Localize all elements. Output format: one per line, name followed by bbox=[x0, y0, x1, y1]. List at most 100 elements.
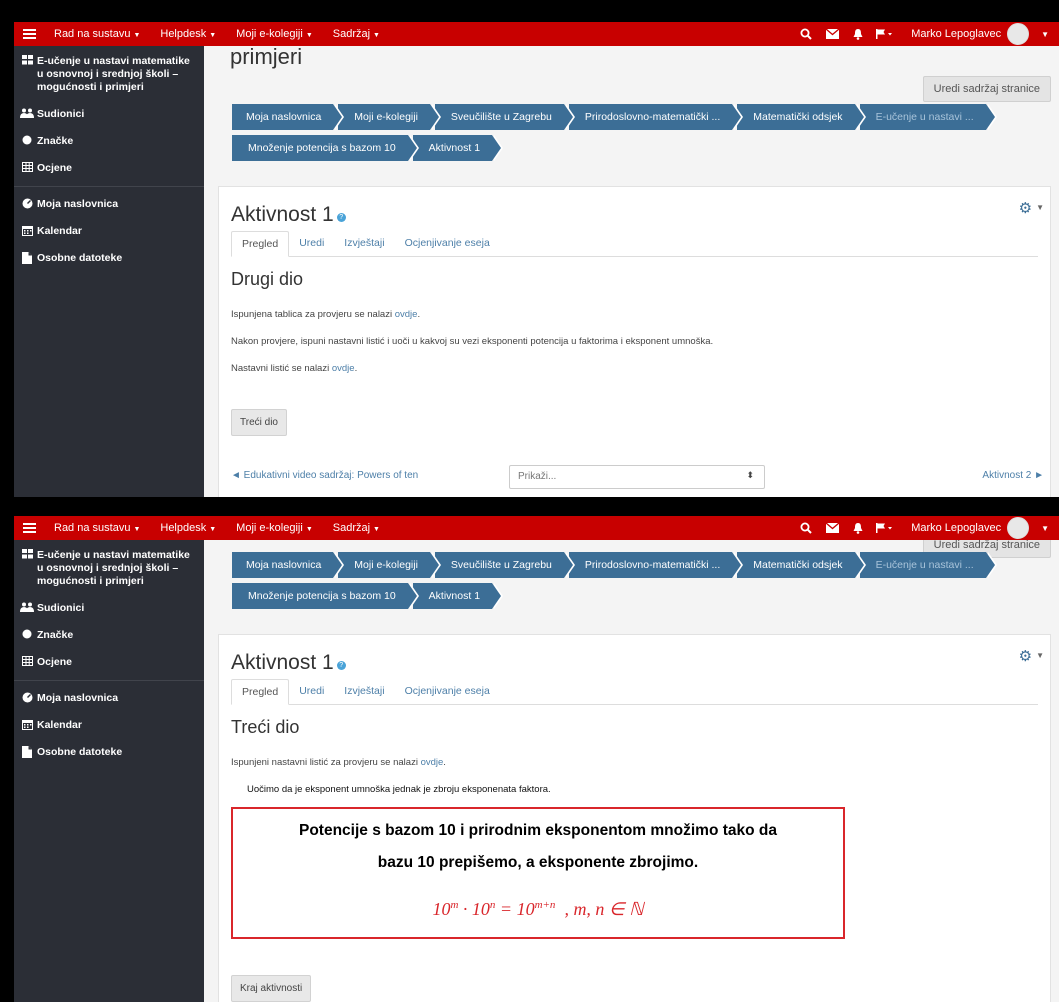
activity-panel: Aktivnost 1? ⚙ ▼ Pregled Uredi Izvještaji… bbox=[218, 186, 1051, 497]
breadcrumb-item-current[interactable]: Aktivnost 1 bbox=[412, 135, 504, 161]
sidebar-item-label: Sudionici bbox=[37, 108, 85, 120]
sidebar-item-participants[interactable]: Sudionici bbox=[14, 101, 204, 128]
nav-menu-rad-na-sustavu[interactable]: Rad na sustavu ▼ bbox=[44, 522, 150, 534]
next-activity-link[interactable]: Aktivnost 2 ► bbox=[982, 470, 1044, 481]
sidebar-item-label: Moja naslovnica bbox=[37, 198, 119, 210]
breadcrumb: Moja naslovnica Moji e-kolegiji Sveučili… bbox=[232, 552, 1052, 609]
end-activity-button[interactable]: Kraj aktivnosti bbox=[231, 975, 312, 1002]
sidebar-item-label: E-učenje u nastavi matematike u osnovnoj… bbox=[37, 55, 190, 93]
users-icon bbox=[20, 108, 34, 118]
gear-icon[interactable]: ⚙ ▼ bbox=[1019, 647, 1044, 665]
tab-ocjenjivanje-eseja[interactable]: Ocjenjivanje eseja bbox=[395, 231, 500, 256]
breadcrumb-item[interactable]: E-učenje u nastavi ... bbox=[859, 552, 997, 578]
tab-pregled[interactable]: Pregled bbox=[231, 231, 290, 257]
nav-menu-moji-e-kolegiji[interactable]: Moji e-kolegiji ▼ bbox=[226, 522, 323, 534]
paragraph: Nastavni listić se nalazi ovdje. bbox=[231, 363, 358, 374]
search-icon[interactable] bbox=[793, 22, 819, 46]
sidebar-item-badges[interactable]: Značke bbox=[14, 128, 204, 155]
grid-icon bbox=[20, 55, 34, 65]
activity-panel: Aktivnost 1? ⚙ ▼ Pregled Uredi Izvještaji… bbox=[218, 634, 1051, 1002]
sidebar-item-home[interactable]: Moja naslovnica bbox=[14, 685, 204, 712]
nav-menu-helpdesk[interactable]: Helpdesk ▼ bbox=[150, 522, 226, 534]
sidebar-item-grades[interactable]: Ocjene bbox=[14, 649, 204, 676]
sidebar-item-files[interactable]: Osobne datoteke bbox=[14, 245, 204, 272]
sidebar-item-label: Značke bbox=[37, 629, 74, 641]
link-ovdje[interactable]: ovdje bbox=[421, 757, 444, 768]
breadcrumb-item[interactable]: Moja naslovnica bbox=[232, 552, 345, 578]
sidebar-item-label: Osobne datoteke bbox=[37, 252, 123, 264]
tab-izvjestaji[interactable]: Izvještaji bbox=[334, 231, 394, 256]
rule-line: bazu 10 prepišemo, a eksponente zbrojimo… bbox=[377, 854, 699, 871]
breadcrumb-item[interactable]: Množenje potencija s bazom 10 bbox=[232, 583, 419, 609]
page-title: primjeri bbox=[230, 44, 303, 69]
sidebar-item-course[interactable]: E-učenje u nastavi matematike u osnovnoj… bbox=[14, 46, 204, 101]
previous-activity-link[interactable]: ◄ Edukativni video sadržaj: Powers of te… bbox=[231, 470, 418, 481]
tab-pregled[interactable]: Pregled bbox=[231, 679, 290, 705]
help-icon[interactable]: ? bbox=[336, 661, 346, 670]
user-name[interactable]: Marko Lepoglavec bbox=[897, 522, 1007, 534]
nav-menu-rad-na-sustavu[interactable]: Rad na sustavu ▼ bbox=[44, 28, 150, 40]
rule-formula: 10m · 10n = 10m+n , m, n ∈ ℕ bbox=[432, 899, 644, 919]
sidebar-item-calendar[interactable]: Kalendar bbox=[14, 712, 204, 739]
calendar-icon bbox=[20, 225, 34, 236]
nav-menu-sadrzaj[interactable]: Sadržaj ▼ bbox=[323, 28, 390, 40]
search-icon[interactable] bbox=[793, 516, 819, 540]
link-ovdje[interactable]: ovdje bbox=[332, 363, 355, 374]
user-menu-caret-icon[interactable]: ▼ bbox=[1037, 524, 1059, 533]
breadcrumb-item[interactable]: Prirodoslovno-matematički ... bbox=[568, 104, 744, 130]
tab-ocjenjivanje-eseja[interactable]: Ocjenjivanje eseja bbox=[395, 679, 500, 704]
edit-page-button[interactable]: Uredi sadržaj stranice bbox=[922, 76, 1051, 102]
sidebar-item-grades[interactable]: Ocjene bbox=[14, 155, 204, 182]
breadcrumb-item-current[interactable]: Aktivnost 1 bbox=[412, 583, 504, 609]
jump-to-select[interactable]: Prikaži... ⬍ bbox=[509, 465, 765, 489]
breadcrumb-item[interactable]: Moji e-kolegiji bbox=[338, 104, 441, 130]
avatar[interactable] bbox=[1007, 517, 1030, 539]
bell-icon[interactable] bbox=[845, 516, 871, 540]
hamburger-menu-icon[interactable] bbox=[14, 516, 44, 540]
badge-icon bbox=[20, 629, 34, 639]
flag-icon[interactable] bbox=[871, 516, 897, 540]
breadcrumb-item[interactable]: Množenje potencija s bazom 10 bbox=[232, 135, 419, 161]
link-ovdje[interactable]: ovdje bbox=[395, 309, 418, 320]
nav-menu-helpdesk[interactable]: Helpdesk ▼ bbox=[150, 28, 226, 40]
help-icon[interactable]: ? bbox=[336, 213, 346, 222]
tab-uredi[interactable]: Uredi bbox=[289, 679, 334, 704]
breadcrumb-item[interactable]: Sveučilište u Zagrebu bbox=[434, 552, 575, 578]
rule-line: Potencije s bazom 10 i prirodnim ekspone… bbox=[298, 822, 777, 839]
user-name[interactable]: Marko Lepoglavec bbox=[897, 28, 1007, 40]
bell-icon[interactable] bbox=[845, 22, 871, 46]
breadcrumb-item[interactable]: Moja naslovnica bbox=[232, 104, 345, 130]
sidebar-item-label: Sudionici bbox=[37, 602, 85, 614]
tab-uredi[interactable]: Uredi bbox=[289, 231, 334, 256]
tab-izvjestaji[interactable]: Izvještaji bbox=[334, 679, 394, 704]
hamburger-menu-icon[interactable] bbox=[14, 22, 44, 46]
breadcrumb-item[interactable]: Matematički odsjek bbox=[737, 104, 866, 130]
sidebar-item-participants[interactable]: Sudionici bbox=[14, 595, 204, 622]
user-menu-caret-icon[interactable]: ▼ bbox=[1037, 30, 1059, 39]
nav-menu-sadrzaj[interactable]: Sadržaj ▼ bbox=[323, 522, 390, 534]
sidebar-item-badges[interactable]: Značke bbox=[14, 622, 204, 649]
breadcrumb-item[interactable]: Matematički odsjek bbox=[737, 552, 866, 578]
sidebar-item-calendar[interactable]: Kalendar bbox=[14, 218, 204, 245]
sidebar-item-course[interactable]: E-učenje u nastavi matematike u osnovnoj… bbox=[14, 540, 204, 595]
paragraph: Nakon provjere, ispuni nastavni listić i… bbox=[231, 336, 714, 347]
gear-icon[interactable]: ⚙ ▼ bbox=[1019, 199, 1044, 217]
sidebar-item-label: Kalendar bbox=[37, 225, 82, 237]
sidebar-item-label: Značke bbox=[37, 135, 74, 147]
envelope-icon[interactable] bbox=[819, 516, 845, 540]
table-icon bbox=[20, 162, 34, 172]
envelope-icon[interactable] bbox=[819, 22, 845, 46]
sidebar-item-files[interactable]: Osobne datoteke bbox=[14, 739, 204, 766]
nav-menu-moji-e-kolegiji[interactable]: Moji e-kolegiji ▼ bbox=[226, 28, 323, 40]
breadcrumb-item[interactable]: Sveučilište u Zagrebu bbox=[434, 104, 575, 130]
next-section-button[interactable]: Treći dio bbox=[231, 409, 287, 436]
avatar[interactable] bbox=[1007, 23, 1030, 45]
select-arrows-icon: ⬍ bbox=[746, 470, 754, 480]
calendar-icon bbox=[20, 719, 34, 730]
sidebar-item-home[interactable]: Moja naslovnica bbox=[14, 191, 204, 218]
flag-icon[interactable] bbox=[871, 22, 897, 46]
breadcrumb-item[interactable]: Prirodoslovno-matematički ... bbox=[568, 552, 744, 578]
breadcrumb-item[interactable]: Moji e-kolegiji bbox=[338, 552, 441, 578]
section-title: Drugi dio bbox=[231, 269, 304, 289]
breadcrumb-item[interactable]: E-učenje u nastavi ... bbox=[859, 104, 997, 130]
